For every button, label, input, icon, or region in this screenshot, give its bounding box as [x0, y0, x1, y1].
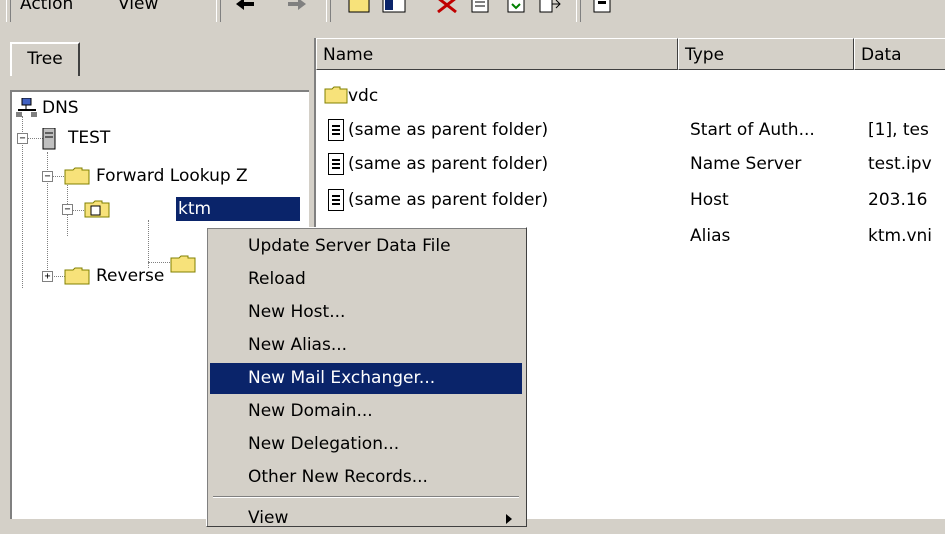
row-name: (same as parent folder) — [348, 120, 549, 140]
row-type: Start of Auth... — [690, 120, 815, 140]
zone-icon — [84, 200, 110, 218]
tree-label-reverse-lookup: Reverse — [96, 266, 165, 286]
toolbar-grip[interactable] — [6, 0, 11, 22]
menu-item-new-alias[interactable]: New Alias... — [210, 330, 522, 361]
list-header: Name Type Data — [316, 38, 945, 72]
tree-label-ktm: ktm — [176, 197, 300, 221]
collapse-icon[interactable]: − — [42, 171, 53, 182]
menu-item-label: New Host... — [248, 302, 346, 322]
menu-item-label: Update Server Data File — [248, 236, 451, 256]
back-icon[interactable] — [232, 0, 258, 18]
folder-icon — [170, 255, 196, 273]
row-data: test.ipv — [868, 154, 932, 174]
row-type: Alias — [690, 226, 731, 246]
record-icon — [328, 119, 344, 141]
menu-item-label: New Alias... — [248, 335, 348, 355]
menu-item-new-host[interactable]: New Host... — [210, 297, 522, 328]
folder-icon — [64, 167, 90, 185]
show-tree-icon[interactable] — [381, 0, 407, 18]
collapse-icon[interactable]: − — [62, 204, 73, 215]
row-name: (same as parent folder) — [348, 190, 549, 210]
row-name: vdc — [348, 86, 379, 106]
help-icon[interactable] — [590, 0, 616, 18]
folder-icon — [324, 86, 348, 104]
column-header-type[interactable]: Type — [678, 38, 854, 70]
column-header-data[interactable]: Data — [854, 38, 945, 70]
menu-item-reload[interactable]: Reload — [210, 264, 522, 295]
tree-tabstrip: Tree — [4, 38, 310, 94]
column-header-name[interactable]: Name — [316, 38, 678, 70]
record-icon — [328, 153, 344, 175]
tab-tree-label: Tree — [27, 49, 63, 69]
toolbar: Action View — [0, 0, 945, 34]
menu-item-label: Reload — [248, 269, 306, 289]
row-name: (same as parent folder) — [348, 154, 549, 174]
menu-item-other-new-records[interactable]: Other New Records... — [210, 462, 522, 493]
row-data: 203.16 — [868, 190, 928, 210]
toolbar-grip-4 — [576, 0, 581, 22]
tree-label-test: TEST — [68, 128, 111, 148]
view-menu[interactable]: View — [118, 0, 158, 14]
toolbar-grip-3 — [326, 0, 331, 22]
menu-item-label: New Domain... — [248, 401, 373, 421]
tree-label-dns: DNS — [42, 98, 79, 118]
menu-item-label: New Mail Exchanger... — [248, 368, 436, 388]
menu-item-label: Other New Records... — [248, 467, 428, 487]
server-icon — [42, 128, 56, 150]
up-folder-icon[interactable] — [346, 0, 372, 18]
tree-line — [148, 262, 170, 263]
context-menu: Update Server Data File Reload New Host.… — [206, 227, 527, 528]
collapse-icon[interactable]: − — [17, 133, 28, 144]
row-type: Name Server — [690, 154, 802, 174]
action-menu-label: Action — [20, 0, 74, 14]
menu-separator — [213, 496, 519, 498]
menu-item-new-domain[interactable]: New Domain... — [210, 396, 522, 427]
export-icon[interactable] — [538, 0, 564, 18]
folder-icon — [64, 267, 90, 285]
menu-item-new-delegation[interactable]: New Delegation... — [210, 429, 522, 460]
toolbar-grip-2[interactable] — [216, 0, 221, 22]
delete-icon[interactable] — [434, 0, 460, 18]
row-data: ktm.vni — [868, 226, 933, 246]
row-data: [1], tes — [868, 120, 929, 140]
menu-item-update-server-data-file[interactable]: Update Server Data File — [210, 231, 522, 262]
action-menu[interactable]: Action — [20, 0, 73, 14]
menu-item-new-mail-exchanger[interactable]: New Mail Exchanger... — [210, 363, 522, 394]
expand-icon[interactable]: + — [42, 271, 53, 282]
tab-tree[interactable]: Tree — [10, 42, 80, 76]
tree-line — [148, 220, 149, 268]
submenu-arrow-icon — [506, 514, 512, 524]
refresh-icon[interactable] — [504, 0, 530, 18]
forward-icon[interactable] — [284, 0, 310, 18]
row-type: Host — [690, 190, 729, 210]
record-icon — [328, 189, 344, 211]
dns-icon — [16, 98, 37, 117]
properties-icon[interactable] — [468, 0, 494, 18]
view-menu-label: View — [118, 0, 159, 14]
menu-item-label: View — [248, 508, 289, 528]
tree-label-forward-lookup: Forward Lookup Z — [96, 166, 248, 186]
menu-item-label: New Delegation... — [248, 434, 400, 454]
